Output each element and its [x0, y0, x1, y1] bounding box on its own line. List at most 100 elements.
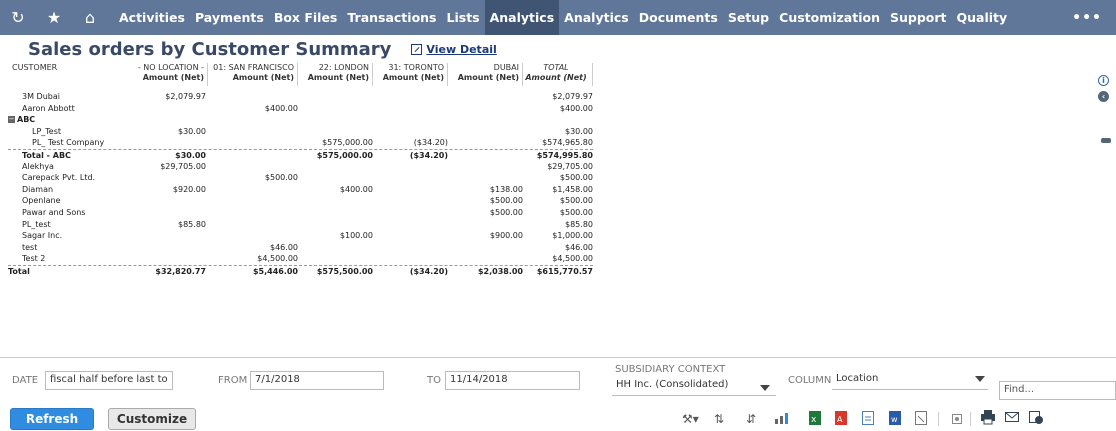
row-group-label[interactable]: − ABC — [8, 114, 35, 126]
column-select[interactable]: Location — [832, 371, 988, 390]
amount-cell[interactable]: $574,965.80 — [542, 137, 593, 149]
collapse-panel-icon[interactable]: ‹ — [1098, 91, 1109, 102]
bar-chart-icon[interactable] — [774, 411, 792, 425]
column-header[interactable]: 31: TORONTO Amount (Net) — [373, 63, 448, 86]
subsidiary-select[interactable]: HH Inc. (Consolidated) — [612, 377, 776, 396]
row-label[interactable]: Openlane — [22, 195, 60, 207]
print-icon[interactable] — [980, 409, 996, 425]
document-icon[interactable] — [914, 410, 928, 426]
csv-export-icon[interactable] — [861, 410, 875, 426]
column-header[interactable]: DUBAI Amount (Net) — [448, 63, 523, 86]
amount-cell[interactable]: $85.80 — [178, 219, 206, 231]
to-date-input[interactable]: 11/14/2018 — [445, 371, 580, 390]
amount-cell[interactable]: $138.00 — [490, 184, 523, 196]
nav-item-lists[interactable]: Lists — [442, 0, 485, 35]
nav-item-setup[interactable]: Setup — [723, 0, 774, 35]
amount-cell[interactable]: $30.00 — [178, 126, 206, 138]
amount-cell[interactable]: ($34.20) — [410, 266, 448, 278]
column-header[interactable]: TOTAL Amount (Net) — [523, 63, 593, 86]
row-label[interactable]: Total — [8, 266, 30, 278]
row-label[interactable]: Diaman — [22, 184, 53, 196]
amount-cell[interactable]: $32,820.77 — [155, 266, 206, 278]
refresh-button[interactable]: Refresh — [10, 408, 94, 430]
amount-cell[interactable]: $4,500.00 — [257, 253, 298, 265]
nav-item-transactions[interactable]: Transactions — [342, 0, 441, 35]
amount-cell[interactable]: $46.00 — [270, 242, 298, 254]
amount-cell[interactable]: $400.00 — [340, 184, 373, 196]
nav-more-button[interactable]: ••• — [1072, 0, 1102, 35]
row-label[interactable]: LP_Test — [32, 126, 61, 138]
amount-cell[interactable]: $85.80 — [565, 219, 593, 231]
amount-cell[interactable]: ($34.20) — [414, 137, 448, 149]
email-icon[interactable] — [1004, 410, 1020, 424]
row-label[interactable]: Pawar and Sons — [22, 207, 85, 219]
info-icon[interactable]: i — [1098, 75, 1109, 86]
nav-item-quality[interactable]: Quality — [952, 0, 1013, 35]
column-header[interactable]: CUSTOMER — [8, 63, 108, 86]
amount-cell[interactable]: $30.00 — [565, 126, 593, 138]
amount-cell[interactable]: $5,446.00 — [253, 266, 298, 278]
word-export-icon[interactable]: w — [888, 410, 902, 426]
star-icon[interactable]: ★ — [36, 0, 72, 35]
copy-icon[interactable] — [950, 410, 964, 426]
column-chevron-down-icon[interactable] — [975, 376, 985, 382]
amount-cell[interactable]: $46.00 — [565, 242, 593, 254]
row-label[interactable]: Sagar Inc. — [22, 230, 62, 242]
amount-cell[interactable]: $2,038.00 — [478, 266, 523, 278]
nav-item-customization[interactable]: Customization — [774, 0, 885, 35]
nav-item-analytics[interactable]: Analytics — [484, 0, 560, 35]
amount-cell[interactable]: $4,500.00 — [552, 253, 593, 265]
row-label[interactable]: Test 2 — [22, 253, 45, 265]
amount-cell[interactable]: $615,770.57 — [537, 266, 593, 278]
row-label[interactable]: ABC — [17, 115, 35, 124]
collapse-icon[interactable]: − — [8, 116, 15, 124]
amount-cell[interactable]: $29,705.00 — [160, 161, 206, 173]
nav-item-documents[interactable]: Documents — [634, 0, 723, 35]
column-header[interactable]: 22: LONDON Amount (Net) — [298, 63, 373, 86]
nav-item-activities[interactable]: Activities — [114, 0, 190, 35]
amount-cell[interactable]: $575,000.00 — [322, 137, 373, 149]
recent-icon[interactable]: ↻ — [0, 0, 36, 35]
amount-cell[interactable]: $500.00 — [265, 172, 298, 184]
customize-button[interactable]: Customize — [108, 408, 196, 430]
amount-cell[interactable]: $500.00 — [490, 195, 523, 207]
row-label[interactable]: PL_test — [22, 219, 51, 231]
nav-item-analytics[interactable]: Analytics — [559, 0, 634, 35]
amount-cell[interactable]: $500.00 — [560, 172, 593, 184]
nav-item-box-files[interactable]: Box Files — [269, 0, 343, 35]
schedule-icon[interactable] — [1028, 409, 1044, 425]
amount-cell[interactable]: $1,458.00 — [552, 184, 593, 196]
amount-cell[interactable]: $400.00 — [265, 103, 298, 115]
amount-cell[interactable]: $575,500.00 — [317, 266, 373, 278]
nav-item-payments[interactable]: Payments — [190, 0, 269, 35]
sort-descending-icon[interactable]: ⇵ — [746, 412, 756, 426]
amount-cell[interactable]: $2,079.97 — [552, 91, 593, 103]
home-icon[interactable]: ⌂ — [72, 0, 108, 35]
amount-cell[interactable]: $900.00 — [490, 230, 523, 242]
amount-cell[interactable]: $500.00 — [560, 207, 593, 219]
from-date-input[interactable]: 7/1/2018 — [250, 371, 384, 390]
row-label[interactable]: test — [22, 242, 37, 254]
sort-ascending-icon[interactable]: ⇅ — [714, 412, 724, 426]
subsidiary-chevron-down-icon[interactable] — [760, 385, 770, 391]
excel-export-icon[interactable]: x — [808, 410, 822, 426]
row-label[interactable]: 3M Dubai — [22, 91, 60, 103]
amount-cell[interactable]: $920.00 — [173, 184, 206, 196]
amount-cell[interactable]: $2,079.97 — [165, 91, 206, 103]
nav-item-support[interactable]: Support — [885, 0, 952, 35]
amount-cell[interactable]: $500.00 — [560, 195, 593, 207]
view-detail-link[interactable]: View Detail — [411, 43, 497, 56]
row-label[interactable]: PL_ Test Company — [32, 137, 104, 149]
amount-cell[interactable]: $1,000.00 — [552, 230, 593, 242]
column-header[interactable]: 01: SAN FRANCISCO Amount (Net) — [208, 63, 298, 86]
row-label[interactable]: Alekhya — [22, 161, 54, 173]
date-input[interactable]: fiscal half before last to — [45, 371, 173, 390]
scroll-handle[interactable] — [1101, 138, 1111, 143]
row-label[interactable]: Aaron Abbott — [22, 103, 75, 115]
pdf-export-icon[interactable]: A — [834, 410, 848, 426]
row-label[interactable]: Carepack Pvt. Ltd. — [22, 172, 95, 184]
wrench-icon[interactable]: ⚒▾ — [682, 412, 699, 426]
find-input[interactable]: Find... — [999, 381, 1116, 400]
amount-cell[interactable]: $400.00 — [560, 103, 593, 115]
column-header[interactable]: - NO LOCATION - Amount (Net) — [108, 63, 208, 86]
